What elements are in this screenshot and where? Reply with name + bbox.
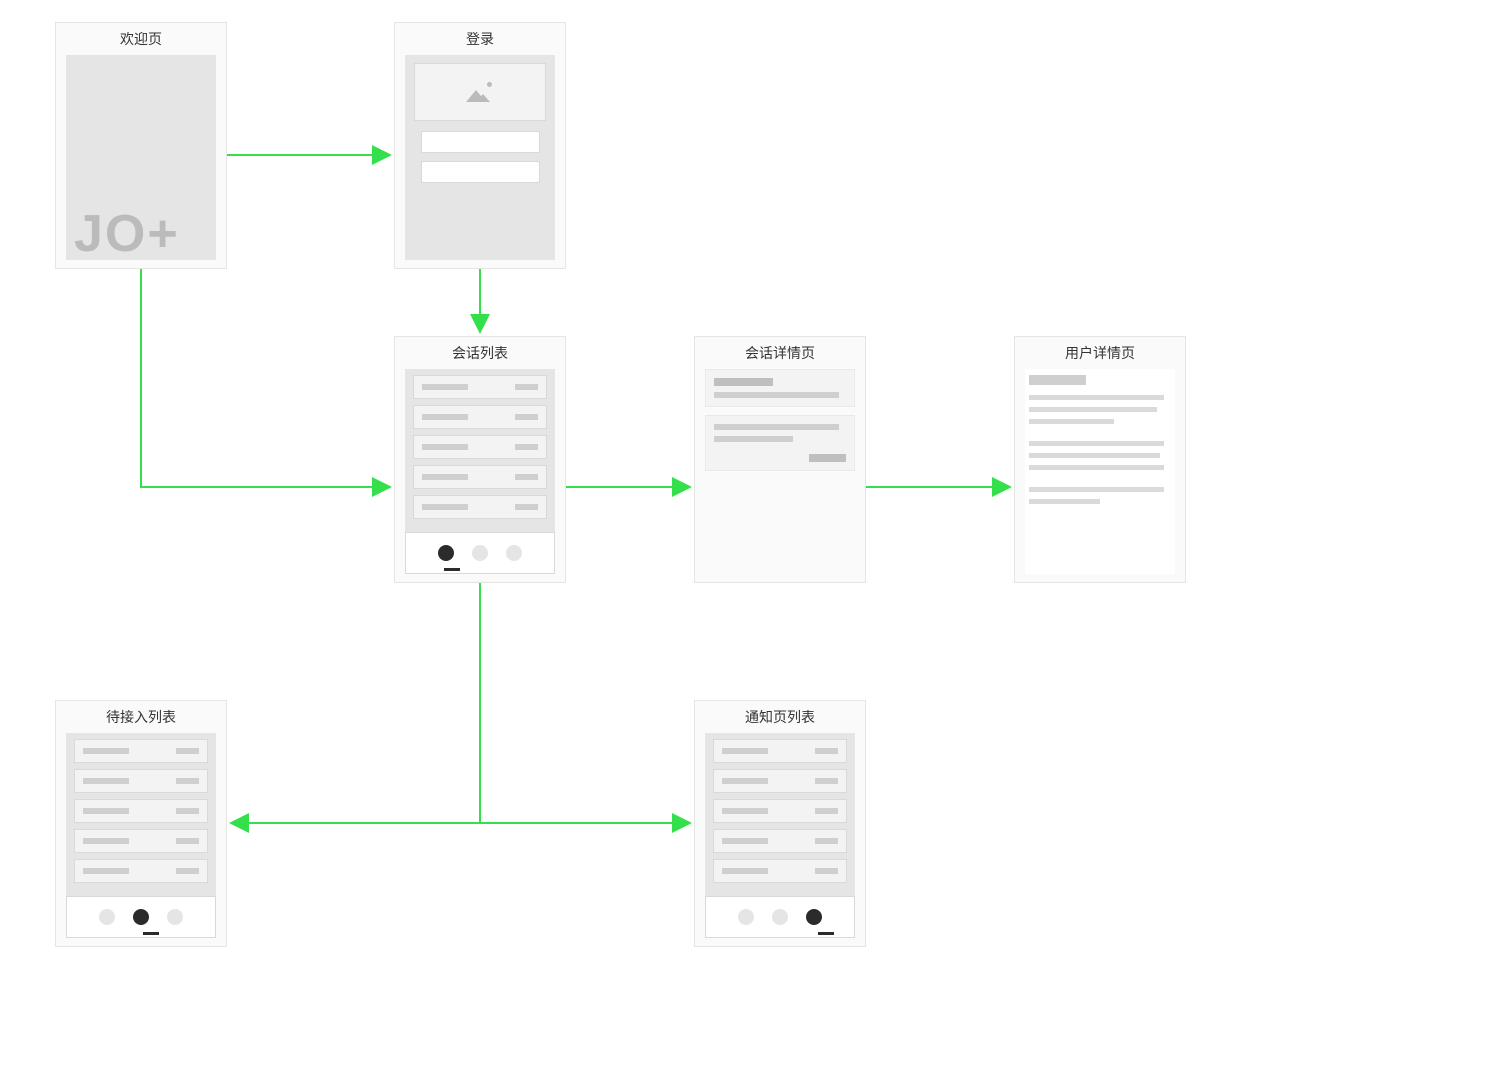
image-placeholder [414,63,546,121]
logo-text: JO+ [74,208,180,260]
tab-dot-0[interactable] [738,909,754,925]
list-item[interactable] [713,859,847,883]
tab-bar [66,896,216,938]
tab-indicator [444,568,460,571]
picture-icon [466,82,494,102]
node-notify-list: 通知页列表 [694,700,866,947]
list-panel [66,733,216,896]
list-item[interactable] [74,769,208,793]
list-item[interactable] [413,495,547,519]
username-field[interactable] [421,131,540,153]
node-title: 待接入列表 [66,707,216,727]
tab-dot-0[interactable] [438,545,454,561]
paragraph-block [705,415,855,471]
paragraph-block [705,369,855,407]
list-item[interactable] [74,799,208,823]
login-form-panel [405,55,555,260]
list-item[interactable] [713,769,847,793]
arrow-welcome-to-sessionlist [141,269,388,487]
tab-dot-0[interactable] [99,909,115,925]
node-user-detail: 用户详情页 [1014,336,1186,583]
tab-dot-2[interactable] [167,909,183,925]
tab-dot-2[interactable] [506,545,522,561]
list-item[interactable] [74,859,208,883]
node-title: 会话详情页 [705,343,855,363]
node-title: 登录 [405,29,555,49]
tab-dot-1[interactable] [133,909,149,925]
list-item[interactable] [413,405,547,429]
list-item[interactable] [713,799,847,823]
node-title: 欢迎页 [66,29,216,49]
tab-dot-2[interactable] [806,909,822,925]
arrow-sessionlist-to-notify [480,583,688,823]
document-panel [1025,369,1175,574]
tab-bar [405,532,555,574]
list-panel [405,369,555,532]
list-item[interactable] [713,739,847,763]
tab-indicator [143,932,159,935]
arrow-sessionlist-to-pending [233,583,480,823]
list-item[interactable] [413,435,547,459]
node-pending-list: 待接入列表 [55,700,227,947]
list-item[interactable] [74,829,208,853]
node-title: 会话列表 [405,343,555,363]
flow-canvas: 欢迎页 JO+ 登录 会话列表 [0,0,1498,1070]
tab-dot-1[interactable] [472,545,488,561]
node-session-detail: 会话详情页 [694,336,866,583]
list-item[interactable] [413,375,547,399]
list-item[interactable] [74,739,208,763]
tab-dot-1[interactable] [772,909,788,925]
node-title: 用户详情页 [1025,343,1175,363]
tab-indicator [818,932,834,935]
splash-image-placeholder: JO+ [66,55,216,260]
list-item[interactable] [413,465,547,489]
tab-bar [705,896,855,938]
node-session-list: 会话列表 [394,336,566,583]
list-panel [705,733,855,896]
node-login: 登录 [394,22,566,269]
password-field[interactable] [421,161,540,183]
node-title: 通知页列表 [705,707,855,727]
node-welcome: 欢迎页 JO+ [55,22,227,269]
list-item[interactable] [713,829,847,853]
